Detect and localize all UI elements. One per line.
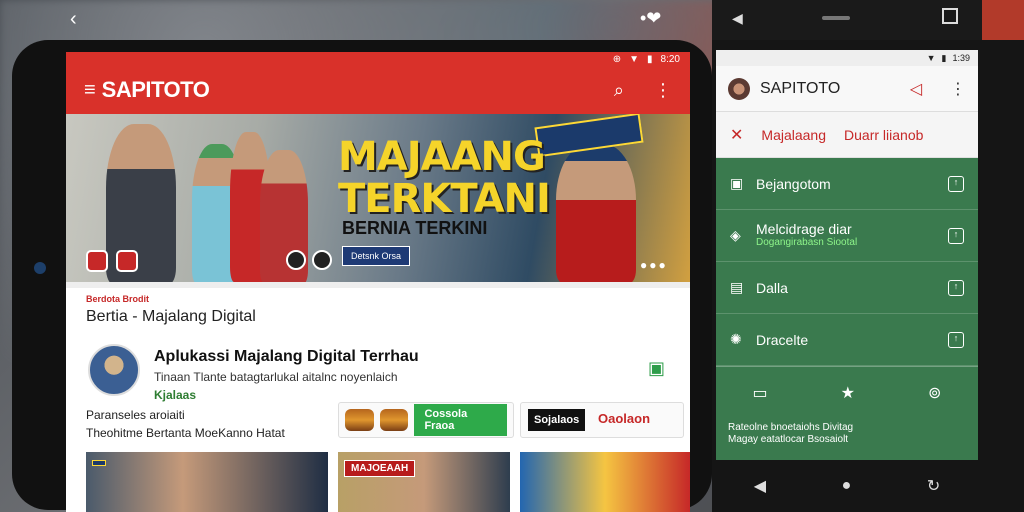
battery-icon: ▮ — [941, 52, 947, 63]
right-screen: ▼ ▮ 1:39 SAPITOTO ◁ ⋮ ✕ Majalaang Duarr … — [716, 50, 978, 460]
category-label: Berdota Brodit — [86, 294, 149, 304]
menu-item-title: Melcidrage diar — [756, 220, 852, 237]
tab-duarr[interactable]: Duarr liianob — [844, 127, 923, 143]
status-time: 8:20 — [660, 53, 680, 65]
article-description: Tinaan Tlante batagtarlukal aitalnc noye… — [154, 370, 398, 384]
bookmark-icon[interactable]: ▣ — [648, 358, 665, 379]
menu-item-label: Dracelte — [756, 331, 809, 348]
hero-person — [556, 144, 636, 284]
avatar[interactable] — [728, 77, 750, 100]
book-icon: ▤ — [730, 279, 744, 295]
promo-green-button[interactable]: Cossola Fraoa — [414, 404, 507, 436]
carousel-dots[interactable]: ●●● — [640, 258, 668, 272]
food-icon — [379, 409, 409, 431]
top-overlay: ‹ •❤ — [0, 8, 700, 30]
thumbnail-card[interactable] — [520, 452, 690, 512]
footer-text: Rateolne bnoetaiohs Divitag Magay eatatl… — [716, 418, 978, 450]
thumbnail-card[interactable] — [86, 452, 328, 512]
recents-icon[interactable] — [942, 8, 958, 24]
hero-title-line1: MAJAANG — [338, 134, 546, 180]
right-phone: ▼ ▮ 1:39 SAPITOTO ◁ ⋮ ✕ Majalaang Duarr … — [712, 40, 1024, 512]
hero-subtitle: BERNIA TERKINI — [342, 218, 488, 238]
sync-icon: ⊕ — [612, 53, 622, 65]
heart-icon[interactable]: •❤ — [640, 8, 661, 29]
thumbnail-label: MAJOEAAH — [344, 460, 416, 477]
status-bar: ▼ ▮ 1:39 — [716, 50, 978, 66]
divider — [66, 282, 690, 288]
menu-item-dracelte[interactable]: ✺ Dracelte ↑ — [716, 314, 978, 366]
menu-item-label: Melcidrage diar Dogangirabasn Siootal — [756, 222, 948, 250]
article-avatar[interactable] — [88, 344, 140, 396]
menu-item-bejangotom[interactable]: ▣ Bejangotom ↑ — [716, 158, 978, 210]
footer-line: Rateolne bnoetaiohs Divitag — [728, 422, 854, 433]
settings-icon: ✺ — [730, 331, 742, 347]
thumbnail-card[interactable]: MAJOEAAH — [338, 452, 510, 512]
star-icon[interactable]: ★ — [841, 383, 855, 403]
export-icon[interactable]: ↑ — [948, 227, 964, 244]
battery-icon: ▮ — [647, 53, 653, 65]
comment-icon[interactable]: ▭ — [753, 383, 768, 403]
app-bar: ≡ SAPITOTO ⌕ ⋮ — [66, 66, 690, 114]
tab-bar: ✕ Majalaang Duarr liianob — [716, 112, 978, 158]
meta-line: Theohitme Bertanta MoeKanno Hatat — [86, 426, 285, 440]
pin-icon[interactable] — [286, 250, 306, 270]
app-bar: SAPITOTO ◁ ⋮ — [716, 66, 978, 112]
promo-card[interactable]: Cossola Fraoa — [338, 402, 514, 438]
article-title[interactable]: Aplukassi Majalang Digital Terrhau — [154, 348, 419, 366]
more-options-icon[interactable]: ⋮ — [950, 79, 966, 99]
search-icon[interactable]: ⌕ — [614, 80, 624, 101]
wifi-icon: ▼ — [629, 53, 640, 65]
menu-item-label: Dalla — [756, 279, 788, 296]
left-phone: ⊕ ▼ ▮ 8:20 ≡ SAPITOTO ⌕ ⋮ MAJAANG TERKTA… — [12, 40, 712, 512]
menu-item-dalla[interactable]: ▤ Dalla ↑ — [716, 262, 978, 314]
nav-back-icon[interactable]: ◀ — [754, 476, 766, 496]
promo-dark-button[interactable]: Sojalaos — [528, 409, 586, 431]
app-title: SAPITOTO — [101, 77, 210, 102]
meta-line: Paranseles aroiaiti — [86, 408, 185, 422]
system-nav-bar: ◀ ● ↻ — [716, 464, 978, 508]
speaker-icon: ◀ — [732, 10, 743, 26]
inbox-icon: ▣ — [730, 175, 744, 191]
menu-item-label: Bejangotom — [756, 175, 831, 192]
article-tag[interactable]: Kjalaas — [154, 388, 196, 402]
camera-dot — [34, 262, 46, 274]
tab-majalaang[interactable]: Majalaang — [761, 127, 826, 143]
hamburger-menu-icon[interactable]: ≡ — [84, 79, 96, 102]
status-time: 1:39 — [952, 53, 970, 63]
food-icon — [345, 409, 374, 431]
lock-icon[interactable]: ⊚ — [928, 383, 941, 403]
share-icon[interactable]: ◁ — [910, 79, 922, 99]
thumbnail-label — [92, 460, 106, 466]
hero-banner[interactable]: MAJAANG TERKTANI BERNIA TERKINI Detsnk O… — [66, 114, 690, 284]
nav-assistant-icon[interactable]: ↻ — [927, 476, 940, 496]
left-screen: ⊕ ▼ ▮ 8:20 ≡ SAPITOTO ⌕ ⋮ MAJAANG TERKTA… — [66, 52, 690, 512]
app-badge-icon[interactable] — [116, 250, 138, 272]
bottom-icon-row: ▭ ★ ⊚ — [716, 366, 978, 418]
footer-line: Magay eatatlocar Bsosaiolt — [728, 434, 849, 445]
app-badge-icon[interactable] — [86, 250, 108, 272]
back-icon[interactable]: ‹ — [70, 8, 77, 31]
right-system-bar: ◀ — [712, 0, 982, 40]
menu-item-melcidrage[interactable]: ◈ Melcidrage diar Dogangirabasn Siootal … — [716, 210, 978, 262]
export-icon[interactable]: ↑ — [948, 279, 964, 296]
hero-title: MAJAANG TERKTANI — [338, 134, 551, 222]
wifi-icon: ▼ — [926, 53, 936, 63]
shield-icon: ◈ — [730, 227, 741, 243]
nav-home-icon[interactable]: ● — [842, 477, 852, 495]
section-title: Bertia - Majalang Digital — [86, 308, 256, 325]
drop-icon[interactable] — [312, 250, 332, 270]
menu-list: ▣ Bejangotom ↑ ◈ Melcidrage diar Dogangi… — [716, 158, 978, 366]
more-options-icon[interactable]: ⋮ — [654, 80, 672, 101]
promo-red-text[interactable]: Oaolaon — [594, 409, 654, 428]
earpiece — [822, 16, 850, 20]
status-bar: ⊕ ▼ ▮ 8:20 — [66, 52, 690, 66]
hero-title-line2: TERKTANI — [338, 176, 551, 222]
export-icon[interactable]: ↑ — [948, 331, 964, 348]
hero-pill-button[interactable]: Detsnk Orsa — [342, 246, 411, 266]
close-icon[interactable]: ✕ — [730, 125, 743, 145]
app-title: SAPITOTO — [760, 79, 841, 97]
menu-item-subtitle: Dogangirabasn Siootal — [756, 236, 858, 248]
export-icon[interactable]: ↑ — [948, 175, 964, 192]
